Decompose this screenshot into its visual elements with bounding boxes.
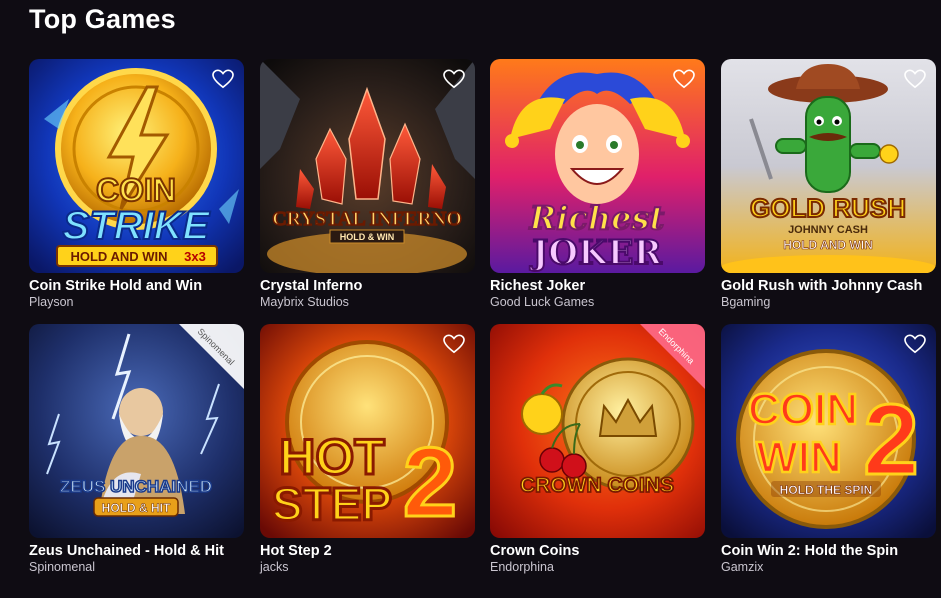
heart-icon[interactable] xyxy=(904,334,926,354)
hot-coin-icon: HOT STEP 2 xyxy=(260,324,475,538)
art-line2: WIN xyxy=(756,433,842,482)
game-card[interactable]: ZEUS UNCHAINED HOLD & HIT Spinomenal Zeu… xyxy=(29,324,244,575)
art-badge: HOLD & HIT xyxy=(102,501,171,515)
art-line1: COIN xyxy=(96,172,176,208)
art-line1: CRYSTAL INFERNO xyxy=(272,208,462,230)
art-line2: STEP xyxy=(272,478,392,530)
game-provider: Endorphina xyxy=(490,560,554,574)
game-card[interactable]: COIN WIN 2 HOLD THE SPIN Coin Win 2: Hol… xyxy=(721,324,936,575)
game-provider: Good Luck Games xyxy=(490,295,595,309)
lightning-coin-icon: COIN STRIKE HOLD AND WIN 3x3 xyxy=(29,59,244,273)
gold-coin-icon: COIN WIN 2 HOLD THE SPIN xyxy=(721,324,936,538)
game-title[interactable]: Coin Win 2: Hold the Spin xyxy=(721,543,936,560)
art-line2: STRIKE xyxy=(63,204,211,248)
game-title[interactable]: Coin Strike Hold and Win xyxy=(29,278,244,295)
game-title[interactable]: Crown Coins xyxy=(490,543,705,560)
art-badge: HOLD AND WIN xyxy=(783,238,873,252)
art-badge: HOLD THE SPIN xyxy=(780,483,873,497)
game-title[interactable]: Zeus Unchained - Hold & Hit xyxy=(29,543,244,560)
game-thumbnail[interactable]: Richest JOKER xyxy=(490,59,705,273)
game-thumbnail[interactable]: COIN WIN 2 HOLD THE SPIN xyxy=(721,324,936,538)
cactus-cowboy-icon: GOLD RUSH JOHNNY CASH HOLD AND WIN xyxy=(721,59,936,273)
art-line1: CROWN COINS xyxy=(520,474,674,497)
game-title[interactable]: Richest Joker xyxy=(490,278,705,295)
heart-icon[interactable] xyxy=(443,69,465,89)
game-title[interactable]: Hot Step 2 xyxy=(260,543,475,560)
art-line1: ZEUS UNCHAINED xyxy=(60,477,212,496)
games-grid: COIN STRIKE HOLD AND WIN 3x3 Coin Strike… xyxy=(29,59,941,598)
game-provider: Playson xyxy=(29,295,74,309)
game-card[interactable]: CROWN COINS Endorphina Crown Coins Endor… xyxy=(490,324,705,575)
game-thumbnail[interactable]: CROWN COINS Endorphina xyxy=(490,324,705,538)
zeus-lightning-icon: ZEUS UNCHAINED HOLD & HIT Spinomenal xyxy=(29,324,244,538)
game-provider: jacks xyxy=(260,560,289,574)
art-badge: HOLD & WIN xyxy=(340,232,395,242)
game-thumbnail[interactable]: COIN STRIKE HOLD AND WIN 3x3 xyxy=(29,59,244,273)
heart-icon[interactable] xyxy=(673,69,695,89)
game-provider: Spinomenal xyxy=(29,560,96,574)
art-line1: GOLD RUSH xyxy=(750,193,906,223)
joker-face-icon: Richest JOKER xyxy=(490,59,705,273)
section-title: Top Games xyxy=(29,4,176,34)
game-title[interactable]: Crystal Inferno xyxy=(260,278,475,295)
game-provider: Maybrix Studios xyxy=(260,295,349,309)
art-number: 2 xyxy=(403,427,458,537)
art-line1: HOT xyxy=(279,429,385,485)
red-crystal-icon: CRYSTAL INFERNO HOLD & WIN xyxy=(260,59,475,273)
game-provider: Bgaming xyxy=(721,295,771,309)
game-card[interactable]: COIN STRIKE HOLD AND WIN 3x3 Coin Strike… xyxy=(29,59,244,310)
crown-coin-icon: CROWN COINS Endorphina xyxy=(490,324,705,538)
game-thumbnail[interactable]: GOLD RUSH JOHNNY CASH HOLD AND WIN xyxy=(721,59,936,273)
game-card[interactable]: GOLD RUSH JOHNNY CASH HOLD AND WIN Gold … xyxy=(721,59,936,310)
heart-icon[interactable] xyxy=(904,69,926,89)
heart-icon[interactable] xyxy=(212,69,234,89)
art-badge-extra: 3x3 xyxy=(184,249,206,264)
game-thumbnail[interactable]: ZEUS UNCHAINED HOLD & HIT Spinomenal xyxy=(29,324,244,538)
art-badge: HOLD AND WIN xyxy=(70,249,167,264)
game-card[interactable]: Richest JOKER Richest Joker Good Luck Ga… xyxy=(490,59,705,310)
game-card[interactable]: HOT STEP 2 Hot Step 2 jacks xyxy=(260,324,475,575)
game-thumbnail[interactable]: CRYSTAL INFERNO HOLD & WIN xyxy=(260,59,475,273)
game-card[interactable]: CRYSTAL INFERNO HOLD & WIN Crystal Infer… xyxy=(260,59,475,310)
heart-icon[interactable] xyxy=(443,334,465,354)
art-line2: JOKER xyxy=(529,233,662,273)
art-number: 2 xyxy=(863,384,919,496)
game-provider: Gamzix xyxy=(721,560,764,574)
art-line1: Richest xyxy=(529,199,665,237)
art-line1: COIN xyxy=(748,385,858,434)
game-title[interactable]: Gold Rush with Johnny Cash xyxy=(721,278,936,295)
game-thumbnail[interactable]: HOT STEP 2 xyxy=(260,324,475,538)
art-line2: JOHNNY CASH xyxy=(788,224,868,236)
